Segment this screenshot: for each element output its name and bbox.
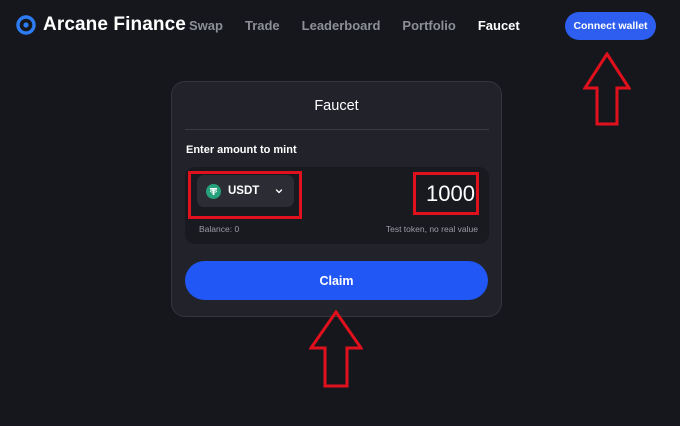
brand-name: Arcane Finance <box>43 14 186 35</box>
nav-trade[interactable]: Trade <box>245 18 280 33</box>
amount-label: Enter amount to mint <box>186 144 297 156</box>
brand-logo[interactable]: Arcane Finance <box>16 14 186 36</box>
test-token-note: Test token, no real value <box>385 224 478 234</box>
main-nav: Swap Trade Leaderboard Portfolio Faucet <box>189 18 542 33</box>
connect-wallet-button[interactable]: Connect wallet <box>565 12 656 40</box>
amount-highlight-box <box>413 172 479 215</box>
top-navbar: Arcane Finance Swap Trade Leaderboard Po… <box>0 0 680 52</box>
nav-swap[interactable]: Swap <box>189 18 223 33</box>
claim-button[interactable]: Claim <box>185 261 488 300</box>
nav-portfolio[interactable]: Portfolio <box>402 18 455 33</box>
arrow-up-icon <box>583 52 631 126</box>
nav-leaderboard[interactable]: Leaderboard <box>302 18 381 33</box>
token-highlight-box <box>188 171 302 219</box>
faucet-title: Faucet <box>314 98 359 114</box>
nav-faucet[interactable]: Faucet <box>478 18 520 33</box>
balance-text: Balance: 0 <box>199 224 240 234</box>
arrow-up-icon <box>309 310 363 388</box>
card-divider <box>185 129 489 130</box>
arcane-logo-icon <box>16 15 36 35</box>
